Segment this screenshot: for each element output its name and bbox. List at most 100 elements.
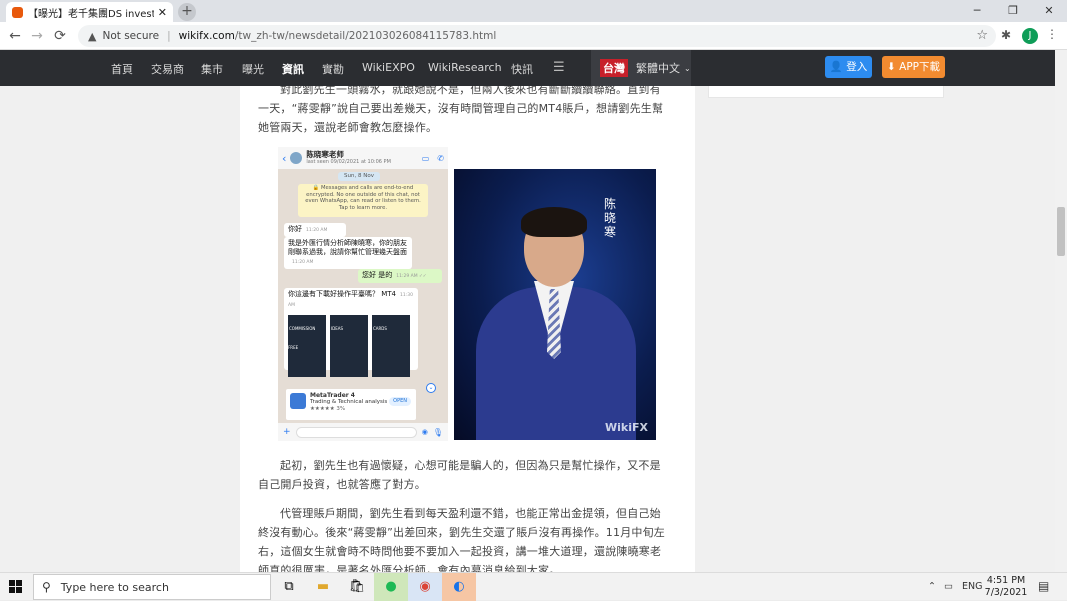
nav-survey[interactable]: 實勘 xyxy=(322,61,344,77)
message-text: 你好 xyxy=(288,225,302,233)
taskbar-clock[interactable]: 4:51 PM 7/3/2021 xyxy=(980,575,1032,599)
back-arrow-icon[interactable]: ← xyxy=(6,27,24,45)
tab-bar: 【曝光】老千集團DS investment再 ✕ + ─ ❐ ✕ xyxy=(0,0,1067,22)
encryption-notice: 🔒 Messages and calls are end-to-end encr… xyxy=(298,184,428,217)
message-text: 您好 是的 xyxy=(362,271,393,279)
contact-name: 陈晓寒老师 xyxy=(306,150,344,159)
app-open-button: OPEN xyxy=(389,397,411,406)
taskbar-search[interactable]: ⚲ Type here to search xyxy=(33,574,271,600)
address-toolbar: ← → ⟳ ▲ Not secure | wikifx.com /tw_zh-t… xyxy=(0,22,1067,50)
url-path: /tw_zh-tw/newsdetail/202103026084115783.… xyxy=(234,30,497,42)
app-store-card: MetaTrader 4 Trading & Technical analysi… xyxy=(286,389,416,420)
nav-flash[interactable]: 快訊 xyxy=(511,61,533,77)
tab-title: 【曝光】老千集團DS investment再 xyxy=(28,8,154,20)
login-button[interactable]: 👤 登入 xyxy=(825,56,872,78)
hair-shape xyxy=(521,207,587,237)
chevron-left-icon: ‹ xyxy=(282,151,287,165)
app-screenshot: CARDS xyxy=(372,315,410,377)
file-explorer-icon[interactable]: ▬ xyxy=(306,573,340,601)
bookmark-star-icon[interactable]: ☆ xyxy=(976,28,988,43)
new-tab-button[interactable]: + xyxy=(178,3,196,21)
nav-brokers[interactable]: 交易商 xyxy=(151,61,184,77)
profile-avatar[interactable]: J xyxy=(1022,28,1038,44)
login-label: 登入 xyxy=(846,61,868,73)
site-favicon-icon xyxy=(12,6,23,18)
edge-icon[interactable]: ◐ xyxy=(442,573,476,601)
sidebar-panel xyxy=(708,86,944,98)
message-text: 你這邊有下載好操作平臺嗎？ MT4 xyxy=(288,290,396,298)
browser-menu-icon[interactable]: ⋮ xyxy=(1046,27,1058,41)
chat-header: ‹ 陈晓寒老师 last seen 09/02/2021 at 10:06 PM… xyxy=(278,147,448,169)
url-bar[interactable]: ▲ Not secure | wikifx.com /tw_zh-tw/news… xyxy=(78,25,996,47)
app-rating: ★★★★★ 3% xyxy=(310,406,346,412)
scroll-down-icon: ⌄ xyxy=(426,383,436,393)
chat-input-bar: + ◉ 🎙 xyxy=(278,423,448,441)
store-icon[interactable]: 🛍 xyxy=(340,573,374,601)
spotify-icon[interactable]: ● xyxy=(374,573,408,601)
nav-news[interactable]: 資訊 xyxy=(282,61,304,77)
warning-triangle-icon: ▲ xyxy=(88,29,97,43)
forward-arrow-icon[interactable]: → xyxy=(28,27,46,45)
hamburger-menu-icon[interactable]: ☰ xyxy=(553,60,567,75)
url-host: wikifx.com xyxy=(178,30,235,42)
chat-message: 你好 11:20 AM xyxy=(284,223,346,237)
chat-message: 我是外匯行情分析師陳曉寒，你的朋友剛聯系過我，說請你幫忙管理幾天盤面 11:20 … xyxy=(284,237,412,269)
plus-icon: + xyxy=(283,427,291,437)
taskbar: ⚲ Type here to search ⧉ ▬ 🛍 ● ◉ ◐ ⌃ ▭ EN… xyxy=(0,572,1067,601)
tray-chevron-icon[interactable]: ⌃ xyxy=(928,581,936,592)
app-download-button[interactable]: ⬇ APP下載 xyxy=(882,56,945,78)
nav-wikiresearch[interactable]: WikiResearch xyxy=(428,61,502,74)
chevron-down-icon: ⌄ xyxy=(684,63,691,73)
app-screenshot: COMMISSION FREE xyxy=(288,315,326,377)
nav-market[interactable]: 集市 xyxy=(201,61,223,77)
metatrader-logo-icon xyxy=(290,393,306,409)
region-selector[interactable]: 台灣 繁體中文 ⌄ xyxy=(591,50,691,86)
task-view-icon[interactable]: ⧉ xyxy=(272,573,306,601)
minimize-icon[interactable]: ─ xyxy=(959,0,995,22)
screenshot-label: CARDS xyxy=(373,326,387,331)
screenshot-label: COMMISSION FREE xyxy=(288,326,316,350)
page-scrollbar[interactable] xyxy=(1055,50,1067,572)
video-call-icon: ▭ xyxy=(421,153,430,163)
region-label: 台灣 xyxy=(600,59,628,77)
app-screenshot: IDEAS xyxy=(330,315,368,377)
message-time: 11:20 AM xyxy=(306,228,328,233)
extensions-puzzle-icon[interactable]: ✱ xyxy=(1001,28,1011,42)
page-content: 對此劉先生一頭霧水，就跟她說不是，但兩人後來也有斷斷續續聯絡。直到有一天，“蔣雯… xyxy=(0,86,1055,572)
message-text: 我是外匯行情分析師陳曉寒，你的朋友剛聯系過我，說請你幫忙管理幾天盤面 xyxy=(288,239,407,256)
notifications-icon[interactable]: ▤ xyxy=(1038,579,1049,593)
search-icon: ⚲ xyxy=(42,580,51,594)
nav-exposure[interactable]: 曝光 xyxy=(242,61,264,77)
scrollbar-thumb[interactable] xyxy=(1057,207,1065,256)
language-label: 繁體中文 xyxy=(636,62,680,75)
browser-tab[interactable]: 【曝光】老千集團DS investment再 ✕ xyxy=(6,2,173,22)
signature: 陈晓寒 xyxy=(604,197,617,239)
battery-icon[interactable]: ▭ xyxy=(944,581,953,592)
restore-icon[interactable]: ❐ xyxy=(995,0,1031,22)
nav-home[interactable]: 首頁 xyxy=(111,61,133,77)
watermark: WikiFX xyxy=(605,421,648,434)
camera-icon: ◉ xyxy=(421,428,428,436)
message-time: 11:29 AM ✓✓ xyxy=(396,274,427,279)
chrome-icon[interactable]: ◉ xyxy=(408,573,442,601)
article-paragraph: 代管理賬戶期間，劉先生看到每天盈利還不錯，也能正常出金提領，但自己始終沒有動心。… xyxy=(258,507,665,572)
contact-last-seen: last seen 09/02/2021 at 10:06 PM xyxy=(306,159,391,165)
chat-date: Sun, 8 Nov xyxy=(338,172,380,181)
url-separator: | xyxy=(167,30,171,42)
security-status[interactable]: Not secure xyxy=(102,30,159,42)
clock-time: 4:51 PM xyxy=(986,575,1026,586)
download-icon: ⬇ xyxy=(886,61,896,73)
search-placeholder: Type here to search xyxy=(60,580,169,594)
tab-close-icon[interactable]: ✕ xyxy=(158,6,167,19)
site-navigation: 首頁 交易商 集市 曝光 資訊 實勘 WikiEXPO WikiResearch… xyxy=(0,50,1055,86)
windows-start-icon[interactable] xyxy=(9,580,23,594)
reload-icon[interactable]: ⟳ xyxy=(51,27,69,45)
window-close-icon[interactable]: ✕ xyxy=(1031,0,1067,22)
article-image: ‹ 陈晓寒老师 last seen 09/02/2021 at 10:06 PM… xyxy=(278,147,658,441)
app-download-label: APP下載 xyxy=(899,61,940,73)
contact-avatar xyxy=(290,152,303,164)
clock-date: 7/3/2021 xyxy=(984,587,1028,598)
microphone-icon: 🎙 xyxy=(432,427,443,437)
nav-wikiexpo[interactable]: WikiEXPO xyxy=(362,61,415,74)
chat-message: 您好 是的 11:29 AM ✓✓ xyxy=(358,269,442,283)
